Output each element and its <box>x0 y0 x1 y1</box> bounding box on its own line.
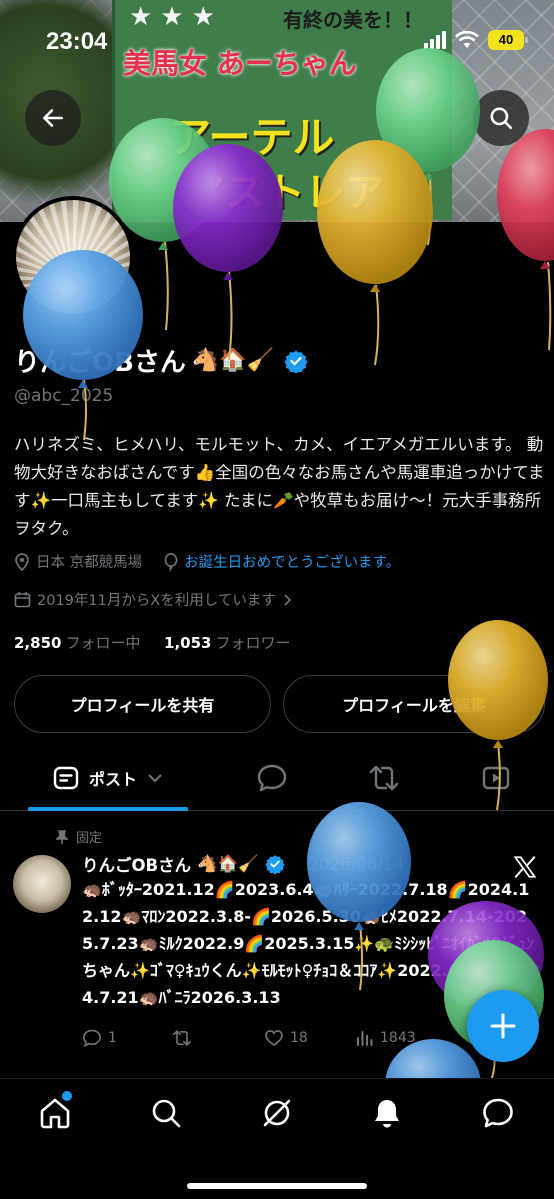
pin-icon <box>56 829 68 844</box>
chevron-right-icon <box>284 593 291 606</box>
pinned-label: 固定 <box>76 831 103 846</box>
followers-label: フォロワー <box>215 634 291 652</box>
compose-button[interactable] <box>467 990 539 1062</box>
post-icon <box>53 766 79 790</box>
share-profile-button[interactable]: プロフィールを共有 <box>14 675 271 733</box>
views-icon <box>357 1031 373 1046</box>
battery-icon: 40 <box>488 30 528 50</box>
profile-meta-location: 日本 京都競馬場 お誕生日おめでとうございます。 <box>14 551 400 572</box>
view-count: 1843 <box>380 1030 416 1046</box>
plus-icon <box>490 1013 516 1039</box>
calendar-icon <box>14 592 31 608</box>
followers-count: 1,053 <box>164 634 212 652</box>
home-notification-dot <box>62 1091 72 1101</box>
cellular-signal-icon <box>424 31 446 49</box>
reply-icon[interactable] <box>256 762 288 794</box>
profile-name: りんごOBさん 🐴🏠🧹 <box>14 342 308 379</box>
banner-line-2: アーテル <box>169 113 335 162</box>
following-stat[interactable]: 2,850 フォロー中 <box>14 634 140 652</box>
profile-avatar[interactable] <box>12 196 134 318</box>
search-icon <box>490 107 513 130</box>
post-author-avatar[interactable] <box>13 855 71 913</box>
message-icon[interactable] <box>481 1096 515 1130</box>
avatar-hedgehog-image <box>16 200 130 314</box>
media-icon[interactable] <box>480 762 512 794</box>
status-icons: 40 <box>424 30 528 50</box>
profile-name-text: りんごOBさん <box>14 348 186 378</box>
followers-stat[interactable]: 1,053 フォロワー <box>164 634 290 652</box>
back-button[interactable] <box>25 90 81 146</box>
post-views-button[interactable]: 1843 <box>356 1029 416 1047</box>
profile-tabs: ポスト <box>0 745 554 811</box>
home-indicator <box>187 1183 367 1189</box>
balloon-icon <box>164 552 178 571</box>
status-bar: 23:04 40 <box>0 0 554 80</box>
reply-icon <box>83 1029 101 1047</box>
arrow-left-icon <box>43 109 63 127</box>
pinned-indicator: 固定 <box>56 827 102 846</box>
profile-name-emoji: 🐴🏠🧹 <box>191 348 275 373</box>
post-header: りんごOBさん 🐴🏠🧹 2026/06/14 <box>82 852 404 876</box>
post-like-button[interactable]: 18 <box>264 1028 308 1048</box>
edit-profile-button[interactable]: プロフィールを編集 <box>283 675 545 733</box>
location-text: 日本 京都競馬場 <box>36 555 143 571</box>
joined-text: 2019年11月からXを利用しています <box>37 593 276 609</box>
post-repost-button[interactable] <box>172 1028 198 1048</box>
grok-icon[interactable] <box>260 1096 294 1130</box>
post-reply-button[interactable]: 1 <box>82 1028 117 1048</box>
bell-icon[interactable] <box>370 1096 404 1130</box>
search-button[interactable] <box>473 90 529 146</box>
repost-icon[interactable] <box>368 762 400 794</box>
profile-bio: ハリネズミ、ヒメハリ、モルモット、カメ、イエアメガエルいます。 動物大好きなおば… <box>14 435 545 538</box>
heart-icon <box>265 1030 283 1047</box>
wifi-icon <box>455 31 479 48</box>
banner-line-3: アストレア <box>185 169 385 216</box>
verified-badge-icon[interactable] <box>284 349 308 373</box>
tab-posts-label: ポスト <box>88 770 137 789</box>
follow-counts: 2,850 フォロー中 1,053 フォロワー <box>14 632 291 653</box>
post-author-emoji: 🐴🏠🧹 <box>197 854 259 873</box>
tab-posts[interactable]: ポスト <box>28 745 188 811</box>
like-count: 18 <box>290 1030 308 1046</box>
status-time: 23:04 <box>46 28 108 55</box>
profile-handle: @abc_2025 <box>14 386 114 406</box>
home-icon[interactable] <box>38 1096 72 1130</box>
reply-count: 1 <box>108 1030 117 1046</box>
post-author-name[interactable]: りんごOBさん <box>82 852 191 876</box>
post-text: 🦔ﾎﾞｯﾀｰ2021.12🌈2023.6.4🦔ﾊﾘｰ2022.7.18🌈2024… <box>82 880 541 1007</box>
birthday-link[interactable]: お誕生日おめでとうございます。 <box>184 551 400 572</box>
profile-meta-joined[interactable]: 2019年11月からXを利用しています <box>14 589 292 610</box>
following-label: フォロー中 <box>65 634 141 652</box>
location-pin-icon <box>15 552 29 571</box>
following-count: 2,850 <box>14 634 62 652</box>
repost-icon <box>173 1030 191 1046</box>
verified-badge-icon <box>265 855 285 874</box>
search-icon[interactable] <box>149 1096 183 1130</box>
bottom-navigation <box>0 1078 554 1199</box>
chevron-down-icon <box>148 774 162 783</box>
post-date: 2026/06/14 <box>308 854 404 874</box>
